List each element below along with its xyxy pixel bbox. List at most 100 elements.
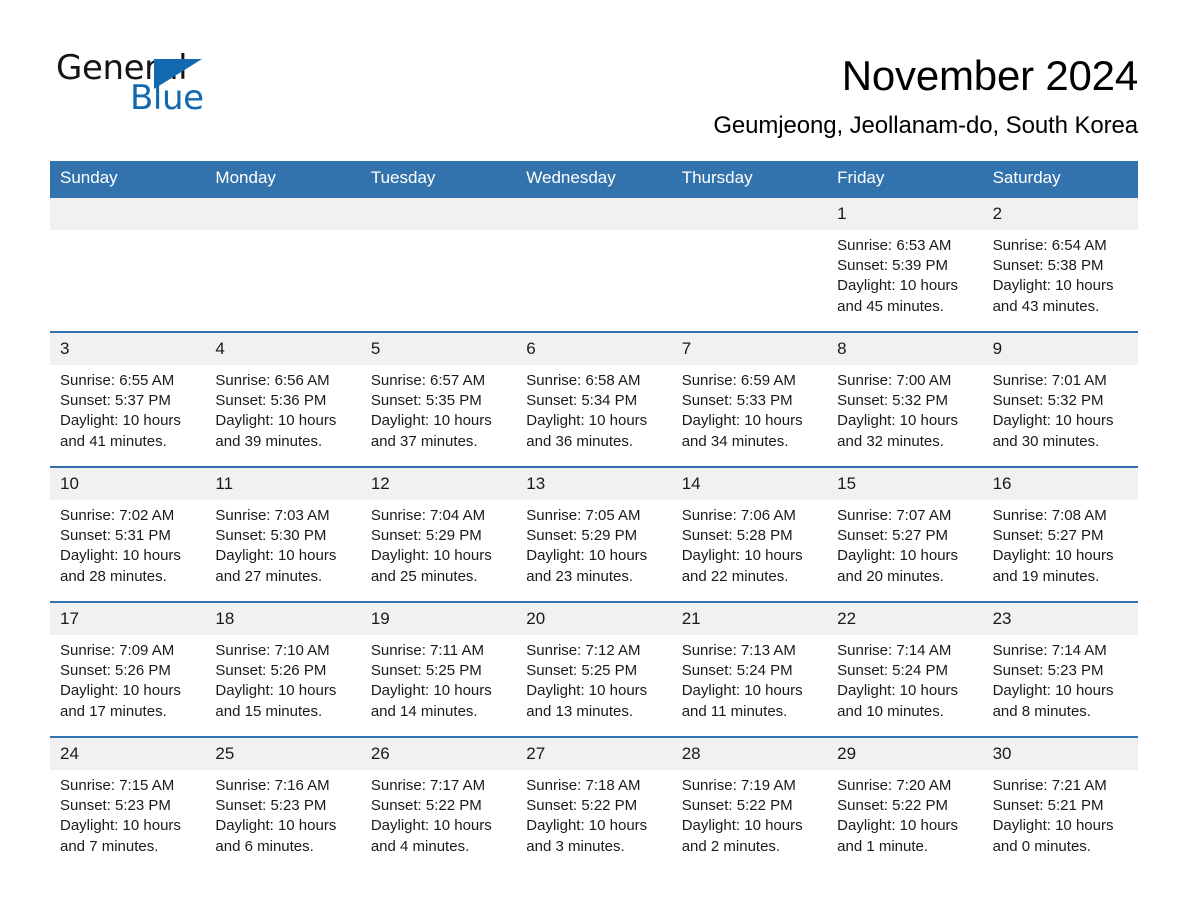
- day-number: [516, 198, 672, 230]
- daylight-text: Daylight: 10 hours and 43 minutes.: [992, 277, 1114, 315]
- day-cell[interactable]: 18 Sunrise: 7:10 AM Sunset: 5:26 PM Dayl…: [205, 603, 361, 736]
- day-number: 5: [360, 333, 517, 365]
- daylight-text: Daylight: 10 hours and 15 minutes.: [215, 682, 337, 720]
- daylight-text: Daylight: 10 hours and 20 minutes.: [837, 547, 959, 585]
- day-cell[interactable]: 22 Sunrise: 7:14 AM Sunset: 5:24 PM Dayl…: [827, 603, 983, 736]
- calendar-grid: Sunday Monday Tuesday Wednesday Thursday…: [50, 161, 1138, 871]
- sunrise-text: Sunrise: 7:00 AM: [837, 372, 952, 389]
- sunrise-text: Sunrise: 7:03 AM: [215, 507, 330, 524]
- week-row: 10 Sunrise: 7:02 AM Sunset: 5:31 PM Dayl…: [50, 466, 1138, 601]
- day-cell[interactable]: 16 Sunrise: 7:08 AM Sunset: 5:27 PM Dayl…: [982, 468, 1138, 601]
- sunset-text: Sunset: 5:37 PM: [60, 392, 171, 410]
- sunrise-text: Sunrise: 6:55 AM: [60, 372, 175, 389]
- day-cell[interactable]: 14 Sunrise: 7:06 AM Sunset: 5:28 PM Dayl…: [671, 468, 828, 601]
- day-info: Sunrise: 7:12 AM Sunset: 5:25 PM Dayligh…: [516, 635, 671, 722]
- sunset-text: Sunset: 5:21 PM: [992, 797, 1104, 815]
- sunset-text: Sunset: 5:22 PM: [370, 797, 482, 815]
- day-cell[interactable]: 26 Sunrise: 7:17 AM Sunset: 5:22 PM Dayl…: [360, 738, 517, 871]
- sunrise-text: Sunrise: 7:13 AM: [681, 642, 796, 659]
- day-info: Sunrise: 7:05 AM Sunset: 5:29 PM Dayligh…: [516, 500, 671, 587]
- day-cell[interactable]: [50, 198, 206, 331]
- day-cell[interactable]: 25 Sunrise: 7:16 AM Sunset: 5:23 PM Dayl…: [205, 738, 361, 871]
- logo-text-blue: Blue: [130, 78, 204, 118]
- daylight-text: Daylight: 10 hours and 13 minutes.: [526, 682, 648, 720]
- location-subtitle: Geumjeong, Jeollanam-do, South Korea: [713, 112, 1138, 139]
- general-blue-logo[interactable]: General Blue: [56, 48, 256, 120]
- weekday-header-friday: Friday: [837, 168, 885, 187]
- calendar-page: General Blue November 2024 Geumjeong, Je…: [0, 0, 1188, 918]
- day-info: Sunrise: 6:57 AM Sunset: 5:35 PM Dayligh…: [361, 365, 516, 452]
- sunrise-text: Sunrise: 7:21 AM: [992, 777, 1107, 794]
- day-cell[interactable]: 7 Sunrise: 6:59 AM Sunset: 5:33 PM Dayli…: [671, 333, 828, 466]
- day-cell[interactable]: 9 Sunrise: 7:01 AM Sunset: 5:32 PM Dayli…: [982, 333, 1138, 466]
- day-cell[interactable]: [671, 198, 828, 331]
- sunrise-text: Sunrise: 6:59 AM: [681, 372, 796, 389]
- day-cell[interactable]: 5 Sunrise: 6:57 AM Sunset: 5:35 PM Dayli…: [360, 333, 517, 466]
- sunset-text: Sunset: 5:35 PM: [370, 392, 482, 410]
- sunset-text: Sunset: 5:30 PM: [215, 527, 327, 545]
- sunrise-text: Sunrise: 7:07 AM: [837, 507, 952, 524]
- day-cell[interactable]: 17 Sunrise: 7:09 AM Sunset: 5:26 PM Dayl…: [50, 603, 206, 736]
- day-cell[interactable]: 15 Sunrise: 7:07 AM Sunset: 5:27 PM Dayl…: [827, 468, 983, 601]
- day-cell[interactable]: 1 Sunrise: 6:53 AM Sunset: 5:39 PM Dayli…: [827, 198, 983, 331]
- day-cell[interactable]: [516, 198, 672, 331]
- sunrise-text: Sunrise: 7:06 AM: [681, 507, 796, 524]
- day-cell[interactable]: 2 Sunrise: 6:54 AM Sunset: 5:38 PM Dayli…: [982, 198, 1138, 331]
- weekday-header-thursday: Thursday: [681, 168, 753, 187]
- day-cell[interactable]: 19 Sunrise: 7:11 AM Sunset: 5:25 PM Dayl…: [360, 603, 517, 736]
- daylight-text: Daylight: 10 hours and 27 minutes.: [215, 547, 337, 585]
- day-cell[interactable]: [360, 198, 517, 331]
- day-cell[interactable]: 20 Sunrise: 7:12 AM Sunset: 5:25 PM Dayl…: [516, 603, 672, 736]
- sunset-text: Sunset: 5:24 PM: [837, 662, 949, 680]
- day-cell[interactable]: 27 Sunrise: 7:18 AM Sunset: 5:22 PM Dayl…: [516, 738, 672, 871]
- day-cell[interactable]: 29 Sunrise: 7:20 AM Sunset: 5:22 PM Dayl…: [827, 738, 983, 871]
- day-cell[interactable]: 10 Sunrise: 7:02 AM Sunset: 5:31 PM Dayl…: [50, 468, 206, 601]
- daylight-text: Daylight: 10 hours and 36 minutes.: [526, 412, 648, 450]
- day-number: 16: [982, 468, 1138, 500]
- day-cell[interactable]: [205, 198, 361, 331]
- day-cell[interactable]: 24 Sunrise: 7:15 AM Sunset: 5:23 PM Dayl…: [50, 738, 206, 871]
- daylight-text: Daylight: 10 hours and 25 minutes.: [370, 547, 492, 585]
- day-info: Sunrise: 7:17 AM Sunset: 5:22 PM Dayligh…: [361, 770, 516, 857]
- day-cell[interactable]: 6 Sunrise: 6:58 AM Sunset: 5:34 PM Dayli…: [516, 333, 672, 466]
- title-block: November 2024 Geumjeong, Jeollanam-do, S…: [256, 48, 1138, 144]
- day-cell[interactable]: 8 Sunrise: 7:00 AM Sunset: 5:32 PM Dayli…: [827, 333, 983, 466]
- sunrise-text: Sunrise: 7:16 AM: [215, 777, 330, 794]
- day-cell[interactable]: 4 Sunrise: 6:56 AM Sunset: 5:36 PM Dayli…: [205, 333, 361, 466]
- day-number: 4: [205, 333, 361, 365]
- day-info: Sunrise: 7:03 AM Sunset: 5:30 PM Dayligh…: [205, 500, 360, 587]
- sunset-text: Sunset: 5:26 PM: [60, 662, 171, 680]
- sunrise-text: Sunrise: 6:56 AM: [215, 372, 330, 389]
- day-cell[interactable]: 28 Sunrise: 7:19 AM Sunset: 5:22 PM Dayl…: [671, 738, 828, 871]
- day-info: Sunrise: 7:16 AM Sunset: 5:23 PM Dayligh…: [205, 770, 360, 857]
- day-number: 12: [360, 468, 517, 500]
- day-number: 15: [827, 468, 983, 500]
- day-number: 29: [827, 738, 983, 770]
- day-cell[interactable]: 3 Sunrise: 6:55 AM Sunset: 5:37 PM Dayli…: [50, 333, 206, 466]
- page-header: General Blue November 2024 Geumjeong, Je…: [0, 0, 1188, 144]
- weekday-header-wednesday: Wednesday: [526, 168, 616, 187]
- daylight-text: Daylight: 10 hours and 2 minutes.: [681, 817, 803, 855]
- sunrise-text: Sunrise: 6:54 AM: [992, 237, 1107, 254]
- sunrise-text: Sunrise: 7:04 AM: [370, 507, 486, 524]
- day-number: 10: [50, 468, 206, 500]
- daylight-text: Daylight: 10 hours and 32 minutes.: [837, 412, 959, 450]
- day-info: Sunrise: 7:14 AM Sunset: 5:24 PM Dayligh…: [827, 635, 982, 722]
- day-cell[interactable]: 11 Sunrise: 7:03 AM Sunset: 5:30 PM Dayl…: [205, 468, 361, 601]
- sunrise-text: Sunrise: 7:19 AM: [681, 777, 796, 794]
- sunset-text: Sunset: 5:34 PM: [526, 392, 638, 410]
- day-number: [360, 198, 517, 230]
- sunset-text: Sunset: 5:25 PM: [370, 662, 482, 680]
- day-cell[interactable]: 13 Sunrise: 7:05 AM Sunset: 5:29 PM Dayl…: [516, 468, 672, 601]
- week-row: 24 Sunrise: 7:15 AM Sunset: 5:23 PM Dayl…: [50, 736, 1138, 871]
- weekday-header-row: Sunday Monday Tuesday Wednesday Thursday…: [50, 161, 1138, 196]
- day-cell[interactable]: 30 Sunrise: 7:21 AM Sunset: 5:21 PM Dayl…: [982, 738, 1138, 871]
- sunset-text: Sunset: 5:27 PM: [837, 527, 949, 545]
- sunset-text: Sunset: 5:32 PM: [837, 392, 949, 410]
- day-cell[interactable]: 23 Sunrise: 7:14 AM Sunset: 5:23 PM Dayl…: [982, 603, 1138, 736]
- sunrise-text: Sunrise: 7:20 AM: [837, 777, 952, 794]
- day-cell[interactable]: 21 Sunrise: 7:13 AM Sunset: 5:24 PM Dayl…: [671, 603, 828, 736]
- day-cell[interactable]: 12 Sunrise: 7:04 AM Sunset: 5:29 PM Dayl…: [360, 468, 517, 601]
- day-info: Sunrise: 6:59 AM Sunset: 5:33 PM Dayligh…: [672, 365, 827, 452]
- day-info: Sunrise: 6:55 AM Sunset: 5:37 PM Dayligh…: [50, 365, 205, 452]
